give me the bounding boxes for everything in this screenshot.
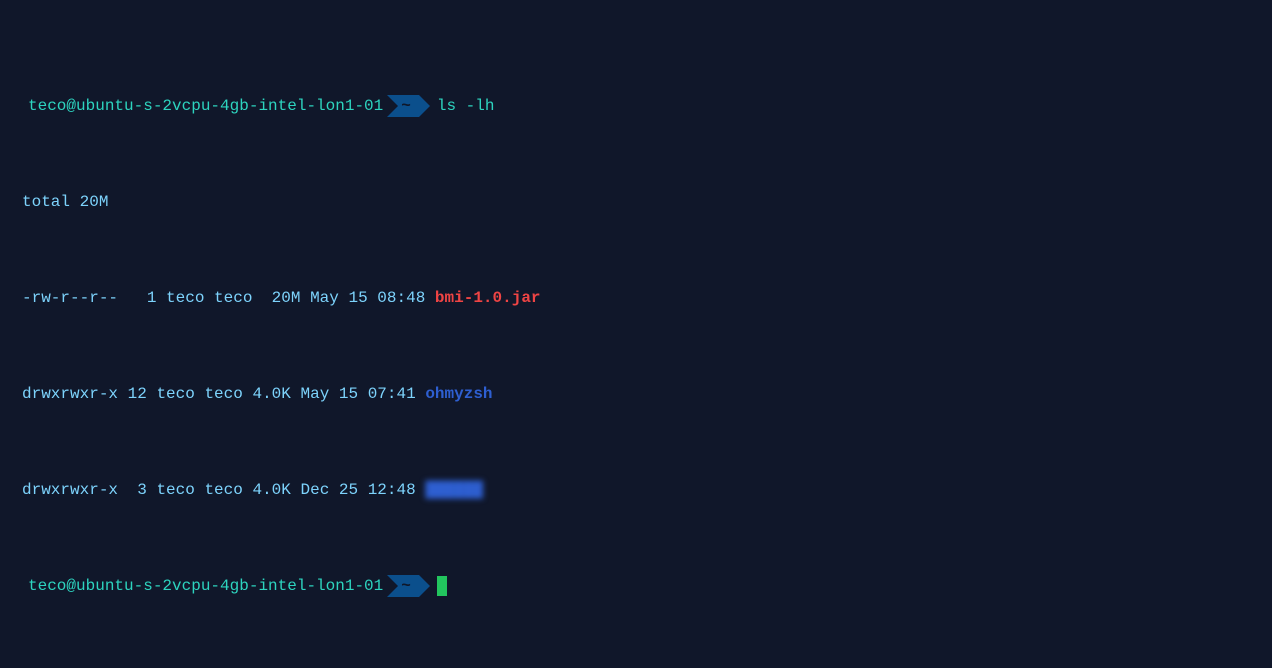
ls-row: drwxrwxr-x 3 teco teco 4.0K Dec 25 12:48… — [22, 478, 1250, 502]
command: ls -lh — [437, 94, 495, 118]
prompt-arrow-icon: ~ — [387, 95, 419, 117]
cwd: ~ — [401, 94, 411, 118]
prompt-arrow-icon: ~ — [387, 575, 419, 597]
user-host: teco@ubuntu-s-2vcpu-4gb-intel-lon1-01 — [28, 94, 383, 118]
ls-row: drwxrwxr-x 12 teco teco 4.0K May 15 07:4… — [22, 382, 1250, 406]
dir-name-redacted: ██████ — [425, 481, 483, 499]
cursor-icon[interactable] — [437, 576, 447, 596]
prompt-line-1: teco@ubuntu-s-2vcpu-4gb-intel-lon1-01 ~ … — [22, 94, 1250, 118]
output-total: total 20M — [22, 190, 1250, 214]
dir-name: ohmyzsh — [425, 385, 492, 403]
file-name: bmi-1.0.jar — [435, 289, 541, 307]
terminal[interactable]: teco@ubuntu-s-2vcpu-4gb-intel-lon1-01 ~ … — [0, 0, 1272, 668]
user-host: teco@ubuntu-s-2vcpu-4gb-intel-lon1-01 — [28, 574, 383, 598]
cwd: ~ — [401, 574, 411, 598]
ls-row: -rw-r--r-- 1 teco teco 20M May 15 08:48 … — [22, 286, 1250, 310]
prompt-line-2: teco@ubuntu-s-2vcpu-4gb-intel-lon1-01 ~ — [22, 574, 1250, 598]
